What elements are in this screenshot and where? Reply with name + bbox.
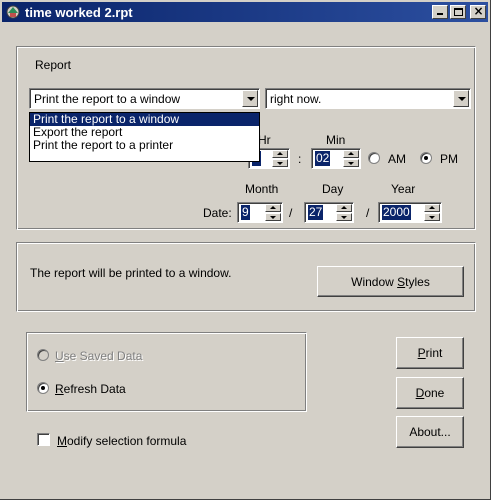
destination-dropdown-list: Print the report to a window Export the … <box>29 112 260 162</box>
pm-radio[interactable] <box>420 152 432 164</box>
hour-down-button[interactable] <box>272 159 288 167</box>
modify-text: odify selection formula <box>67 434 187 448</box>
title-bar[interactable]: time worked 2.rpt × <box>2 2 488 22</box>
day-down-button[interactable] <box>336 213 352 221</box>
status-message: The report will be printed to a window. <box>30 266 232 280</box>
close-button[interactable]: × <box>470 4 486 19</box>
arrow-up-icon <box>270 206 276 209</box>
day-label: Day <box>322 182 344 196</box>
radio-selected-dot <box>41 386 45 390</box>
when-selected-value: right now. <box>270 92 322 106</box>
month-down-button[interactable] <box>265 213 281 221</box>
date-label: Date: <box>203 206 232 220</box>
maximize-icon <box>454 8 463 16</box>
date-separator: / <box>366 206 370 220</box>
date-separator: / <box>289 206 293 220</box>
minimize-icon <box>437 13 443 15</box>
refresh-data-accel: R <box>55 382 64 396</box>
done-accel: D <box>415 386 425 400</box>
year-up-button[interactable] <box>424 204 440 212</box>
minute-value: 02 <box>315 151 331 166</box>
month-label: Month <box>245 182 279 196</box>
minute-up-button[interactable] <box>343 150 359 158</box>
time-separator: : <box>298 152 302 166</box>
done-text: one <box>424 386 445 400</box>
arrow-up-icon <box>277 152 283 155</box>
am-label: AM <box>388 152 406 166</box>
chevron-down-icon <box>247 97 255 101</box>
destination-selected-value: Print the report to a window <box>34 92 181 106</box>
refresh-data-text: efresh Data <box>63 382 126 396</box>
minute-spinner[interactable]: 02 <box>311 148 361 169</box>
minute-down-button[interactable] <box>343 159 359 167</box>
year-spinner[interactable]: 2000 <box>378 202 442 223</box>
min-label: Min <box>326 133 346 147</box>
modify-accel: M <box>57 434 67 448</box>
modify-selection-label: Modify selection formula <box>57 434 186 448</box>
dropdown-option[interactable]: Print the report to a printer <box>30 139 259 152</box>
destination-dropdown-button[interactable] <box>242 90 258 107</box>
maximize-button[interactable] <box>450 5 466 19</box>
window-styles-button[interactable]: Window Styles <box>317 266 464 297</box>
destination-select[interactable]: Print the report to a window <box>29 88 260 109</box>
print-button[interactable]: Print <box>396 337 464 369</box>
month-up-button[interactable] <box>265 204 281 212</box>
use-saved-data-text: se Saved Data <box>63 349 143 363</box>
month-spinner[interactable]: 9 <box>237 202 283 223</box>
window-styles-label-accel: S <box>397 274 406 289</box>
arrow-down-icon <box>270 216 276 219</box>
arrow-down-icon <box>277 162 283 165</box>
arrow-up-icon <box>429 206 435 209</box>
day-spinner[interactable]: 27 <box>304 202 354 223</box>
arrow-up-icon <box>341 206 347 209</box>
print-accel: P <box>417 346 426 360</box>
arrow-down-icon <box>429 216 435 219</box>
chevron-down-icon <box>458 97 466 101</box>
use-saved-data-radio <box>37 349 49 361</box>
about-button[interactable]: About... <box>396 416 464 448</box>
year-label: Year <box>391 182 416 196</box>
close-icon: × <box>473 4 484 18</box>
refresh-data-label: Refresh Data <box>55 382 126 396</box>
use-saved-data-accel: U <box>55 349 64 363</box>
when-dropdown-button[interactable] <box>453 90 469 107</box>
window-title: time worked 2.rpt <box>25 4 133 20</box>
arrow-down-icon <box>348 162 354 165</box>
refresh-data-radio[interactable] <box>37 382 49 394</box>
report-dialog: time worked 2.rpt × Report Print the rep… <box>0 0 491 500</box>
window-styles-label-suffix: tyles <box>405 274 430 289</box>
minimize-button[interactable] <box>432 5 448 19</box>
done-button[interactable]: Done <box>396 377 464 409</box>
am-radio[interactable] <box>368 152 380 164</box>
app-icon <box>6 5 20 19</box>
print-text: rint <box>425 346 443 360</box>
day-up-button[interactable] <box>336 204 352 212</box>
data-source-group <box>26 332 307 412</box>
hour-up-button[interactable] <box>272 150 288 158</box>
month-value: 9 <box>241 205 250 220</box>
modify-selection-checkbox[interactable] <box>37 433 50 446</box>
year-down-button[interactable] <box>424 213 440 221</box>
report-group-label: Report <box>35 58 72 72</box>
arrow-up-icon <box>348 152 354 155</box>
arrow-down-icon <box>341 216 347 219</box>
year-value: 2000 <box>382 205 411 220</box>
pm-label: PM <box>440 152 458 166</box>
day-value: 27 <box>308 205 324 220</box>
when-select[interactable]: right now. <box>265 88 471 109</box>
window-styles-label-prefix: Window <box>351 274 398 289</box>
use-saved-data-label: Use Saved Data <box>55 349 142 363</box>
about-text: About... <box>409 425 451 439</box>
radio-selected-dot <box>424 156 428 160</box>
